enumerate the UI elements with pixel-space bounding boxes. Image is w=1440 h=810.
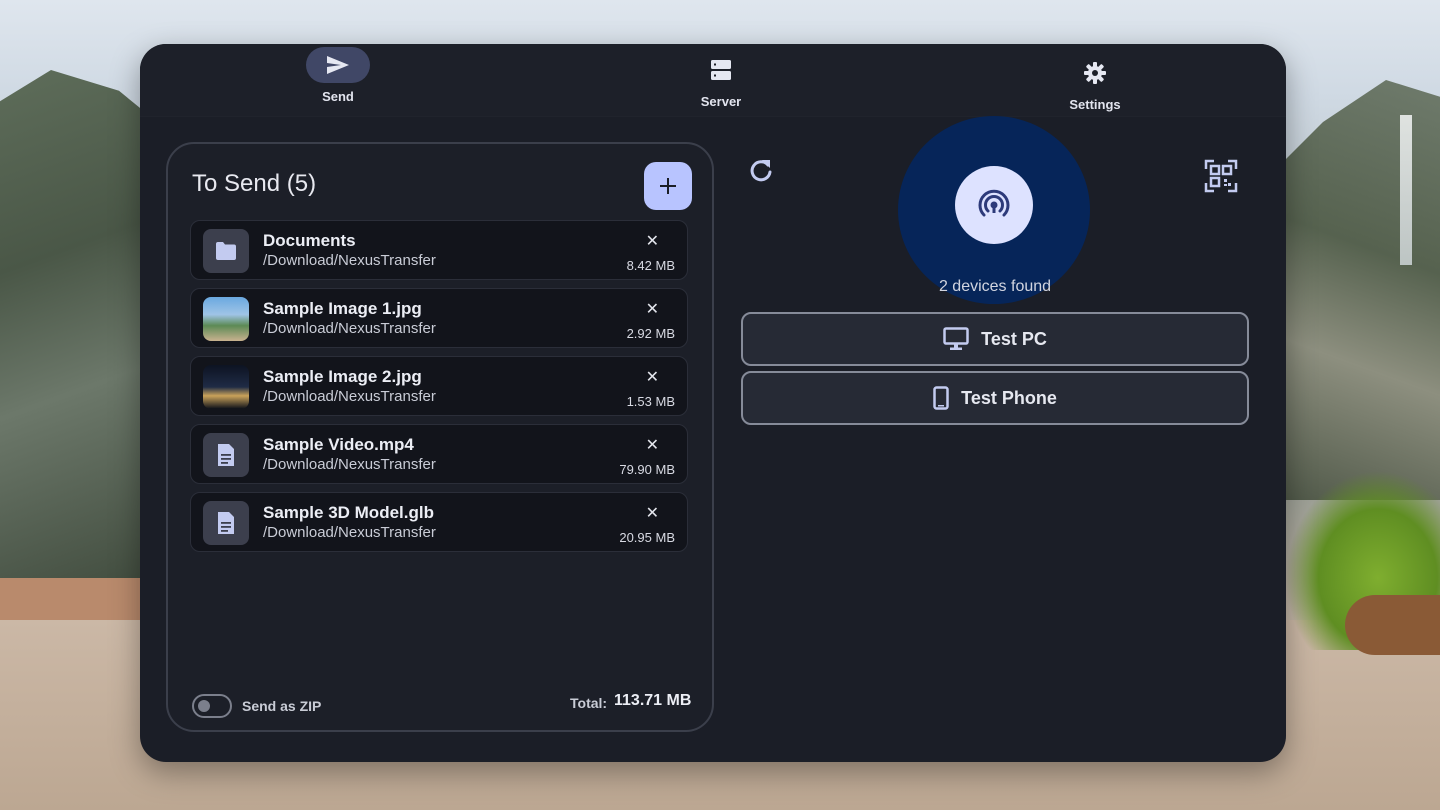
remove-file-close-icon[interactable]: ✕ [646,503,659,523]
qr-code-icon[interactable] [1204,159,1238,193]
file-name: Sample Video.mp4 [263,435,414,454]
device-label: Test PC [981,328,1047,349]
top-nav-bar: Send Server Settings [140,44,1286,117]
device-label: Test Phone [961,387,1057,408]
file-row-sample-3d-model[interactable]: Sample 3D Model.glb /Download/NexusTrans… [190,492,688,552]
total-size-value: 113.71 MB [614,692,692,709]
scan-indicator [898,116,1090,304]
file-size: 1.53 MB [626,394,675,409]
remove-file-close-icon[interactable]: ✕ [646,367,659,387]
add-file-button[interactable] [644,162,692,210]
devices-found-status: 2 devices found [938,278,1052,295]
file-path: /Download/NexusTransfer [263,320,436,337]
file-name: Sample Image 1.jpg [263,299,422,318]
remove-file-close-icon[interactable]: ✕ [646,231,659,251]
file-path: /Download/NexusTransfer [263,524,436,541]
document-icon [203,501,249,545]
plus-icon [660,178,676,194]
folder-icon [203,229,249,273]
file-name: Documents [263,231,356,250]
send-icon [306,47,370,83]
remove-file-close-icon[interactable]: ✕ [646,299,659,319]
file-path: /Download/NexusTransfer [263,388,436,405]
device-button-test-pc[interactable]: Test PC [741,312,1249,366]
background-ledge [0,578,145,620]
file-size: 8.42 MB [626,258,675,273]
file-size: 20.95 MB [619,530,675,545]
monitor-icon [943,327,969,350]
app-window: Send Server Settings To Send (5) Documen… [140,44,1286,762]
file-row-documents[interactable]: Documents /Download/NexusTransfer ✕ 8.42… [190,220,688,280]
file-row-sample-video[interactable]: Sample Video.mp4 /Download/NexusTransfer… [190,424,688,484]
scan-button[interactable] [955,166,1033,244]
nav-tab-server[interactable]: Server [661,49,781,109]
file-name: Sample 3D Model.glb [263,503,434,522]
image-thumbnail [203,365,249,409]
total-label: Total: [570,695,608,711]
file-path: /Download/NexusTransfer [263,252,436,269]
file-path: /Download/NexusTransfer [263,456,436,473]
refresh-icon[interactable] [746,156,776,186]
to-send-card: To Send (5) Documents /Download/NexusTra… [166,142,714,732]
file-size: 79.90 MB [619,462,675,477]
nav-tab-settings-label: Settings [1069,97,1121,112]
background-cliff-right [1260,80,1440,500]
document-icon [203,433,249,477]
background-waterfall [1400,115,1412,265]
nav-tab-send-label: Send [322,89,354,104]
device-button-test-phone[interactable]: Test Phone [741,371,1249,425]
image-thumbnail [203,297,249,341]
remove-file-close-icon[interactable]: ✕ [646,435,659,455]
gear-icon [1063,55,1127,91]
file-row-sample-image-1[interactable]: Sample Image 1.jpg /Download/NexusTransf… [190,288,688,348]
to-send-title: To Send (5) [192,170,317,197]
server-icon [689,52,753,88]
nav-tab-server-label: Server [700,94,742,109]
nav-tab-settings[interactable]: Settings [1035,52,1155,112]
background-pot [1345,595,1440,655]
send-as-zip-label: Send as ZIP [242,698,322,714]
file-name: Sample Image 2.jpg [263,367,422,386]
file-row-sample-image-2[interactable]: Sample Image 2.jpg /Download/NexusTransf… [190,356,688,416]
nav-tab-send[interactable]: Send [278,44,398,104]
toggle-knob [198,700,210,712]
file-size: 2.92 MB [626,326,675,341]
send-as-zip-toggle[interactable] [192,694,232,718]
phone-icon [933,386,949,410]
broadcast-icon [978,189,1010,217]
